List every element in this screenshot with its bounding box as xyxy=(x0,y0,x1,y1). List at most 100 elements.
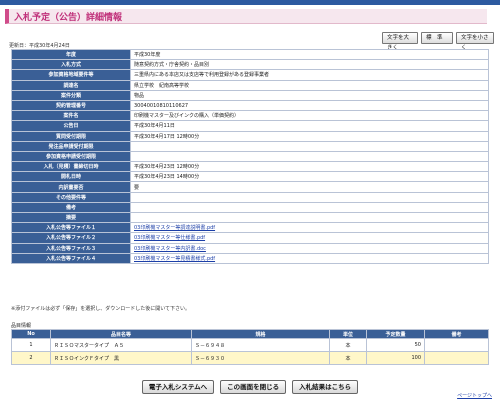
info-label: 公告日 xyxy=(11,120,131,132)
item-no: 1 xyxy=(11,338,51,352)
info-label: 年度 xyxy=(11,48,131,61)
table-row: 2 ＲＩＳＯインクＦタイプ 黒 Ｓ－６９３０ 本 100 xyxy=(11,351,489,365)
info-value xyxy=(130,150,489,163)
info-label: 質問受付期限 xyxy=(11,130,131,142)
item-unit: 本 xyxy=(329,351,367,365)
col-remarks: 備考 xyxy=(424,329,489,339)
updated-date: 更新日：平成30年4月24日 xyxy=(9,43,70,49)
attachment-file-link[interactable]: 03印刷機マスター等見積書様式.pdf xyxy=(134,256,215,262)
info-label: 参加資格地域要件等 xyxy=(11,69,131,81)
page-title: 入札予定（公告）詳細情報 xyxy=(14,13,123,23)
info-value xyxy=(130,211,489,224)
page-title-bar: 入札予定（公告）詳細情報 xyxy=(5,9,487,24)
info-label: 発注品申請受付期限 xyxy=(11,140,131,152)
info-row: 入札公告等ファイル１ 03印刷機マスター等調達説明書.pdf xyxy=(11,222,489,234)
info-label: 契約管理番号 xyxy=(11,99,131,112)
info-row: 入札方式 随意契約方式・庁舎契約・品目別 xyxy=(11,59,489,71)
info-row: 公告日 平成30年4月11日 xyxy=(11,120,489,132)
font-smaller-button[interactable]: 文字を小さく xyxy=(456,32,494,51)
info-row: その他要件等 xyxy=(11,191,489,203)
info-row: 契約管理番号 30040010810110627 xyxy=(11,99,489,112)
col-qty: 予定数量 xyxy=(366,329,425,339)
info-label: 内訳書要否 xyxy=(11,181,131,193)
attachment-file-link[interactable]: 03印刷機マスター等仕様書.pdf xyxy=(134,235,205,241)
info-value: 印刷機マスター及びインクの購入（単価契約） xyxy=(130,110,489,122)
item-name: ＲＩＳＯマスタータイプ Ａ５ xyxy=(50,338,192,352)
info-value: 30040010810110627 xyxy=(130,99,489,112)
info-value: 平成30年4月11日 xyxy=(130,120,489,132)
info-label: 入札公告等ファイル２ xyxy=(11,232,131,244)
info-label: 入札公告等ファイル３ xyxy=(11,242,131,254)
item-qty: 50 xyxy=(366,338,425,352)
info-row: 調達名 県立学校 紀南高等学校 xyxy=(11,79,489,91)
item-remarks xyxy=(424,351,489,365)
info-row: 備考 xyxy=(11,201,489,214)
info-label: その他要件等 xyxy=(11,191,131,203)
info-row: 参加資格地域要件等 三重県内にある本店又は支店等で利用登録がある登録事業者 xyxy=(11,69,489,81)
info-label: 案件名 xyxy=(11,110,131,122)
col-name: 品目名等 xyxy=(50,329,192,339)
info-row: 入札公告等ファイル４ 03印刷機マスター等見積書様式.pdf xyxy=(11,252,489,264)
item-no: 2 xyxy=(11,351,51,365)
info-value: 三重県内にある本店又は支店等で利用登録がある登録事業者 xyxy=(130,69,489,81)
attachment-file-link[interactable]: 03印刷機マスター等調達説明書.pdf xyxy=(134,225,215,231)
font-larger-button[interactable]: 文字を大きく xyxy=(382,32,418,51)
item-remarks xyxy=(424,338,489,352)
info-label: 案件分類 xyxy=(11,89,131,101)
info-value: 平成30年4月23日 14時00分 xyxy=(130,171,489,183)
info-value: 随意契約方式・庁舎契約・品目別 xyxy=(130,59,489,71)
col-unit: 単位 xyxy=(329,329,367,339)
e-bidding-system-button[interactable]: 電子入札システムへ xyxy=(141,380,215,394)
items-table: No 品目名等 規格 単位 予定数量 備考 1 ＲＩＳＯマスタータイプ Ａ５ Ｓ… xyxy=(11,329,489,365)
font-size-controls: 文字を大きく 標 準 文字を小さく xyxy=(382,32,494,51)
info-value: 物品 xyxy=(130,89,489,101)
info-value: 平成30年4月17日 12時00分 xyxy=(130,130,489,142)
info-value: 要 xyxy=(130,181,489,193)
info-row: 質問受付期限 平成30年4月17日 12時00分 xyxy=(11,130,489,142)
item-unit: 本 xyxy=(329,338,367,352)
attachment-note: ※添付ファイルは必ず「保存」を選択し、ダウンロードした後に開いて下さい。 xyxy=(11,306,191,312)
close-window-button[interactable]: この画面を閉じる xyxy=(220,380,287,394)
info-label: 入札公告等ファイル１ xyxy=(11,222,131,234)
info-value-cell: 03印刷機マスター等調達説明書.pdf xyxy=(130,222,489,234)
info-value: 県立学校 紀南高等学校 xyxy=(130,79,489,91)
attachment-file-link[interactable]: 03印刷機マスター等内訳書.doc xyxy=(134,246,206,252)
info-row: 入札公告等ファイル３ 03印刷機マスター等内訳書.doc xyxy=(11,242,489,254)
table-row: 1 ＲＩＳＯマスタータイプ Ａ５ Ｓ－６９４８ 本 50 xyxy=(11,338,489,352)
info-value xyxy=(130,201,489,214)
info-label: 摘要 xyxy=(11,211,131,224)
info-label: 開札日時 xyxy=(11,171,131,183)
info-row: 案件名 印刷機マスター及びインクの購入（単価契約） xyxy=(11,110,489,122)
top-bar xyxy=(0,0,500,5)
info-value-cell: 03印刷機マスター等内訳書.doc xyxy=(130,242,489,254)
item-qty: 100 xyxy=(366,351,425,365)
info-row: 参加資格申請受付期限 xyxy=(11,150,489,163)
info-label: 備考 xyxy=(11,201,131,214)
items-section-title: 品目情報 xyxy=(11,323,32,329)
info-row: 摘要 xyxy=(11,211,489,224)
info-row: 入札（見積）書締切日時 平成30年4月23日 12時00分 xyxy=(11,161,489,173)
info-row: 入札公告等ファイル２ 03印刷機マスター等仕様書.pdf xyxy=(11,232,489,244)
font-standard-button[interactable]: 標 準 xyxy=(421,32,453,44)
item-spec: Ｓ－６９４８ xyxy=(191,338,330,352)
action-buttons: 電子入札システムへ この画面を閉じる 入札結果はこちら xyxy=(0,380,500,394)
item-spec: Ｓ－６９３０ xyxy=(191,351,330,365)
info-value xyxy=(130,140,489,152)
info-value-cell: 03印刷機マスター等仕様書.pdf xyxy=(130,232,489,244)
info-label: 入札（見積）書締切日時 xyxy=(11,161,131,173)
info-value: 平成30年度 xyxy=(130,48,489,61)
info-value: 平成30年4月23日 12時00分 xyxy=(130,161,489,173)
info-label: 調達名 xyxy=(11,79,131,91)
bid-results-button[interactable]: 入札結果はこちら xyxy=(292,380,359,394)
col-spec: 規格 xyxy=(191,329,330,339)
item-name: ＲＩＳＯインクＦタイプ 黒 xyxy=(50,351,192,365)
info-label: 参加資格申請受付期限 xyxy=(11,150,131,163)
page-top-link[interactable]: ページトップへ xyxy=(457,392,492,399)
info-row: 案件分類 物品 xyxy=(11,89,489,101)
col-no: No xyxy=(11,329,51,339)
info-row: 内訳書要否要 xyxy=(11,181,489,193)
info-value xyxy=(130,191,489,203)
info-label: 入札公告等ファイル４ xyxy=(11,252,131,264)
info-value-cell: 03印刷機マスター等見積書様式.pdf xyxy=(130,252,489,264)
detail-table: 年度 平成30年度 入札方式 随意契約方式・庁舎契約・品目別 参加資格地域要件等 三重県内… xyxy=(11,48,489,264)
